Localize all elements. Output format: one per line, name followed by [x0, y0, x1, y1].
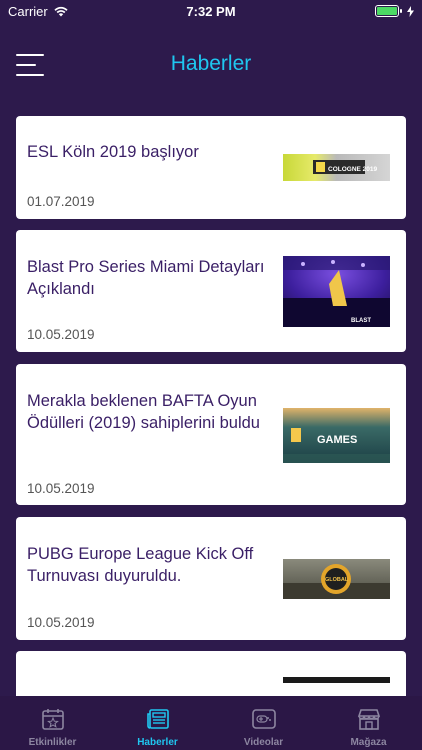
header: Haberler: [0, 22, 422, 110]
tab-bar: Etkinlikler Haberler Videolar Mağaza: [0, 696, 422, 750]
store-icon: [357, 709, 381, 730]
status-time: 7:32 PM: [186, 4, 236, 19]
news-date: 10.05.2019: [27, 481, 95, 496]
tab-label: Mağaza: [350, 737, 387, 748]
news-thumbnail: GAMES: [283, 408, 390, 463]
news-thumbnail: [283, 677, 390, 683]
news-image-text: COLOGNE 2019: [328, 166, 378, 173]
news-card[interactable]: PUBG Europe League Kick Off Turnuvası du…: [16, 517, 406, 640]
news-image-text: BLAST: [351, 318, 371, 324]
news-card[interactable]: Blast Pro Series Miami Detayları Açıklan…: [16, 230, 406, 352]
battery-icon: [375, 5, 402, 17]
tab-label: Videolar: [243, 737, 284, 748]
tab-videolar[interactable]: Videolar: [211, 696, 316, 750]
news-thumbnail: COLOGNE 2019: [283, 154, 390, 181]
calendar-star-icon: [42, 709, 64, 730]
news-date: 10.05.2019: [27, 615, 95, 630]
tab-label: Etkinlikler: [28, 737, 77, 748]
news-title: ESL Köln 2019 başlıyor: [27, 143, 199, 161]
news-card[interactable]: ESL Köln 2019 başlıyor 01.07.2019 COLOGN…: [16, 116, 406, 219]
news-card[interactable]: Merakla beklenen BAFTA Oyun Ödülleri (20…: [16, 364, 406, 505]
news-title: Blast Pro Series Miami Detayları Açıklan…: [27, 258, 265, 298]
tab-haberler[interactable]: Haberler: [105, 696, 210, 750]
tab-magaza[interactable]: Mağaza: [316, 696, 421, 750]
newspaper-icon: [147, 709, 169, 729]
news-title: PUBG Europe League Kick Off Turnuvası du…: [27, 545, 254, 585]
status-bar: Carrier 7:32 PM: [0, 0, 422, 22]
tab-label: Haberler: [137, 737, 178, 748]
news-title: Merakla beklenen BAFTA Oyun Ödülleri (20…: [27, 392, 260, 432]
news-date: 10.05.2019: [27, 327, 95, 342]
news-thumbnail: GLOBAL: [283, 559, 390, 599]
news-date: 01.07.2019: [27, 194, 95, 209]
page-title: Haberler: [170, 52, 252, 75]
gamepad-icon: [252, 709, 276, 729]
news-image-text: GAMES: [317, 434, 357, 446]
status-right: [375, 5, 414, 17]
tab-etkinlikler[interactable]: Etkinlikler: [0, 696, 105, 750]
charging-bolt-icon: [407, 5, 414, 17]
news-thumbnail: BLAST: [283, 256, 390, 327]
news-image-text: GLOBAL: [325, 577, 349, 583]
